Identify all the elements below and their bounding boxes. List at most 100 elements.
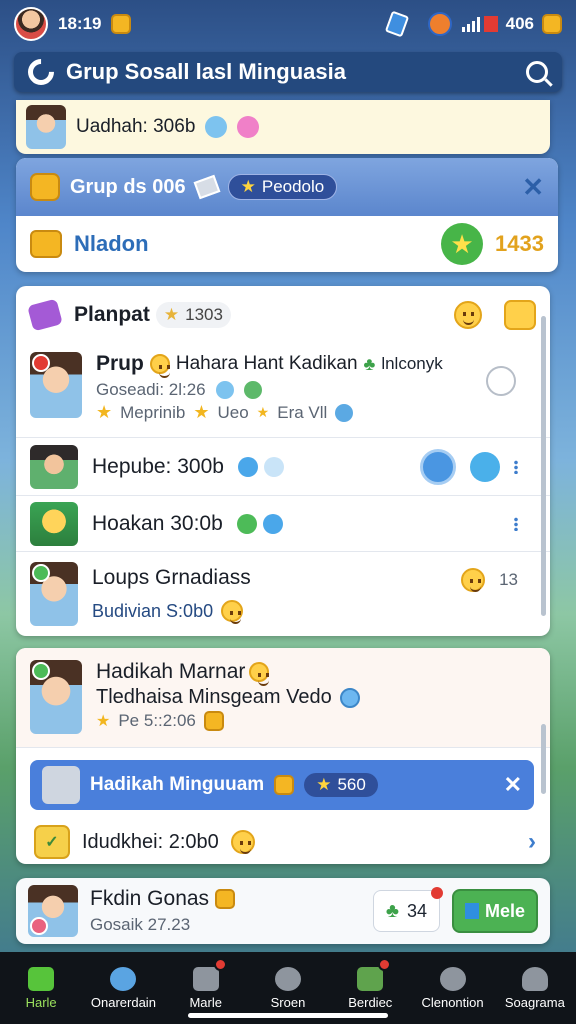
second-panel: Hadikah Marnar Tledhaisa Minsgeam Vedo ★…	[16, 648, 550, 864]
edit-icon[interactable]	[470, 451, 500, 482]
row-text: Idudkhei: 2:0b0	[82, 830, 219, 853]
nav-explore[interactable]: Onarerdain	[82, 952, 164, 1024]
group-card[interactable]: Grup ds 006 ★ Peodolo ✕ Nladon ★ 1433	[16, 158, 558, 272]
item-name: Hepube: 300b	[92, 454, 224, 478]
bottom-card-sub: Gosaik 27.23	[90, 915, 191, 934]
reply-button[interactable]	[486, 366, 516, 396]
check-icon: ✓	[34, 825, 70, 859]
leaf-icon	[243, 381, 262, 399]
second-panel-header: Hadikah Marnar Tledhaisa Minsgeam Vedo ★…	[16, 648, 550, 748]
list-item[interactable]: Prup Hahara Hant Kadikan ♣ lnlconyk Gose…	[16, 344, 550, 438]
reward-icon	[542, 14, 562, 34]
frame-icon	[203, 711, 224, 731]
star-icon: ★	[163, 305, 180, 324]
coin-icon	[221, 600, 244, 624]
scrollbar[interactable]	[541, 316, 546, 616]
tag-icon	[193, 174, 221, 200]
star-icon: ★	[193, 402, 210, 422]
top-strip-card[interactable]: Uadhah: 306b	[16, 100, 550, 154]
avatar	[28, 885, 78, 937]
main-panel-header: Planpat ★ 1303	[16, 286, 550, 344]
status-time: 18:19	[58, 14, 102, 33]
second-panel-row[interactable]: ✓ Idudkhei: 2:0b0 ›	[16, 814, 550, 864]
star-icon: ★	[96, 402, 113, 422]
likes-button[interactable]: ♣ 34	[372, 887, 443, 932]
smile-icon	[149, 354, 170, 378]
action-button-label: Mele	[484, 900, 526, 921]
heart-icon	[237, 116, 260, 138]
gem-icon	[205, 116, 228, 138]
banner-chip-label: 560	[337, 775, 366, 794]
group-card-title: Grup ds 006	[70, 175, 186, 198]
banner-title: Hadikah Minguuam	[90, 774, 265, 795]
home-indicator[interactable]	[188, 1013, 388, 1018]
item-extra2: lnlconyk	[381, 354, 443, 373]
second-panel-title: Hadikah Marnar	[96, 660, 246, 683]
chat-icon	[262, 513, 283, 534]
nav-label: Sroen	[270, 994, 306, 1010]
more-icon[interactable]	[514, 516, 518, 531]
item-count: 13	[499, 570, 518, 589]
item-sub: Budivian S:0b0	[92, 600, 214, 621]
scrollbar[interactable]	[541, 724, 546, 794]
title-search-bar[interactable]: Grup Sosall lasl Minguasia	[14, 52, 562, 92]
image-icon	[357, 966, 384, 991]
nav-settings[interactable]: Clenontion	[411, 952, 493, 1024]
smile-icon	[249, 662, 270, 686]
battery-level: 406	[505, 14, 534, 33]
coin-icon	[111, 14, 132, 34]
list-item[interactable]: Loups Grnadiass Budivian S:0b0 13	[16, 552, 550, 636]
second-panel-line3: Pe 5::2:06	[118, 711, 196, 730]
group-chip[interactable]: ★ Peodolo	[227, 174, 338, 200]
item-extra: Hahara Hant Kadikan	[175, 353, 358, 374]
item-name: Loups Grnadiass	[92, 566, 251, 589]
close-icon[interactable]: ✕	[522, 174, 544, 200]
nav-label: Clenontion	[421, 994, 484, 1010]
banner-chip[interactable]: ★ 560	[304, 773, 378, 797]
profile-avatar[interactable]	[14, 7, 48, 41]
tree-icon: ♣	[385, 899, 399, 922]
chat-icon	[237, 456, 258, 477]
page-title: Grup Sosall lasl Minguasia	[66, 59, 346, 84]
avatar	[30, 352, 82, 418]
notification-icon	[384, 10, 409, 38]
avatar	[30, 444, 78, 489]
search-icon[interactable]	[526, 61, 548, 83]
list-item[interactable]: Hepube: 300b	[16, 438, 550, 496]
likes-count: 34	[406, 900, 427, 921]
smile-icon[interactable]	[454, 301, 482, 329]
group-card-header: Grup ds 006 ★ Peodolo ✕	[16, 158, 558, 216]
list-item[interactable]: Hoakan 30:0b	[16, 496, 550, 552]
avatar	[30, 501, 78, 546]
nav-label: Marle	[189, 994, 222, 1010]
nav-home[interactable]: Harle	[0, 952, 82, 1024]
item-name: Hoakan 30:0b	[92, 511, 223, 535]
treasure-icon	[30, 173, 60, 201]
person-icon	[521, 966, 548, 991]
emoji-button[interactable]	[420, 448, 456, 485]
game-icon	[427, 12, 452, 36]
more-icon[interactable]	[514, 459, 518, 474]
nav-profile[interactable]: Soagrama	[494, 952, 576, 1024]
item-line2: Goseadi: 2l:26	[96, 380, 206, 399]
gem-icon	[215, 381, 234, 399]
star-icon: ★	[316, 775, 332, 794]
notification-dot	[213, 958, 227, 971]
group-card-body: Nladon ★ 1433	[16, 216, 558, 272]
bottom-card[interactable]: Fkdin Gonas Gosaik 27.23 ♣ 34 Mele	[16, 878, 550, 944]
gift-icon	[215, 889, 236, 909]
item-line3a: Meprinib	[120, 402, 186, 422]
star-icon: ★	[256, 404, 270, 420]
sticker-icon[interactable]	[504, 300, 536, 330]
action-button[interactable]: Mele	[452, 889, 538, 933]
star-button[interactable]: ★	[441, 223, 484, 265]
nav-label: Onarerdain	[90, 994, 156, 1010]
status-badge	[32, 564, 50, 582]
box-icon	[30, 230, 62, 258]
second-panel-banner[interactable]: Hadikah Minguuam ★ 560 ✕	[30, 760, 534, 810]
close-icon[interactable]: ✕	[504, 774, 522, 796]
chevron-right-icon[interactable]: ›	[528, 828, 536, 856]
signal-icon	[461, 16, 480, 32]
main-panel-chip-label: 1303	[185, 305, 223, 324]
group-card-subtitle: Nladon	[74, 231, 149, 256]
